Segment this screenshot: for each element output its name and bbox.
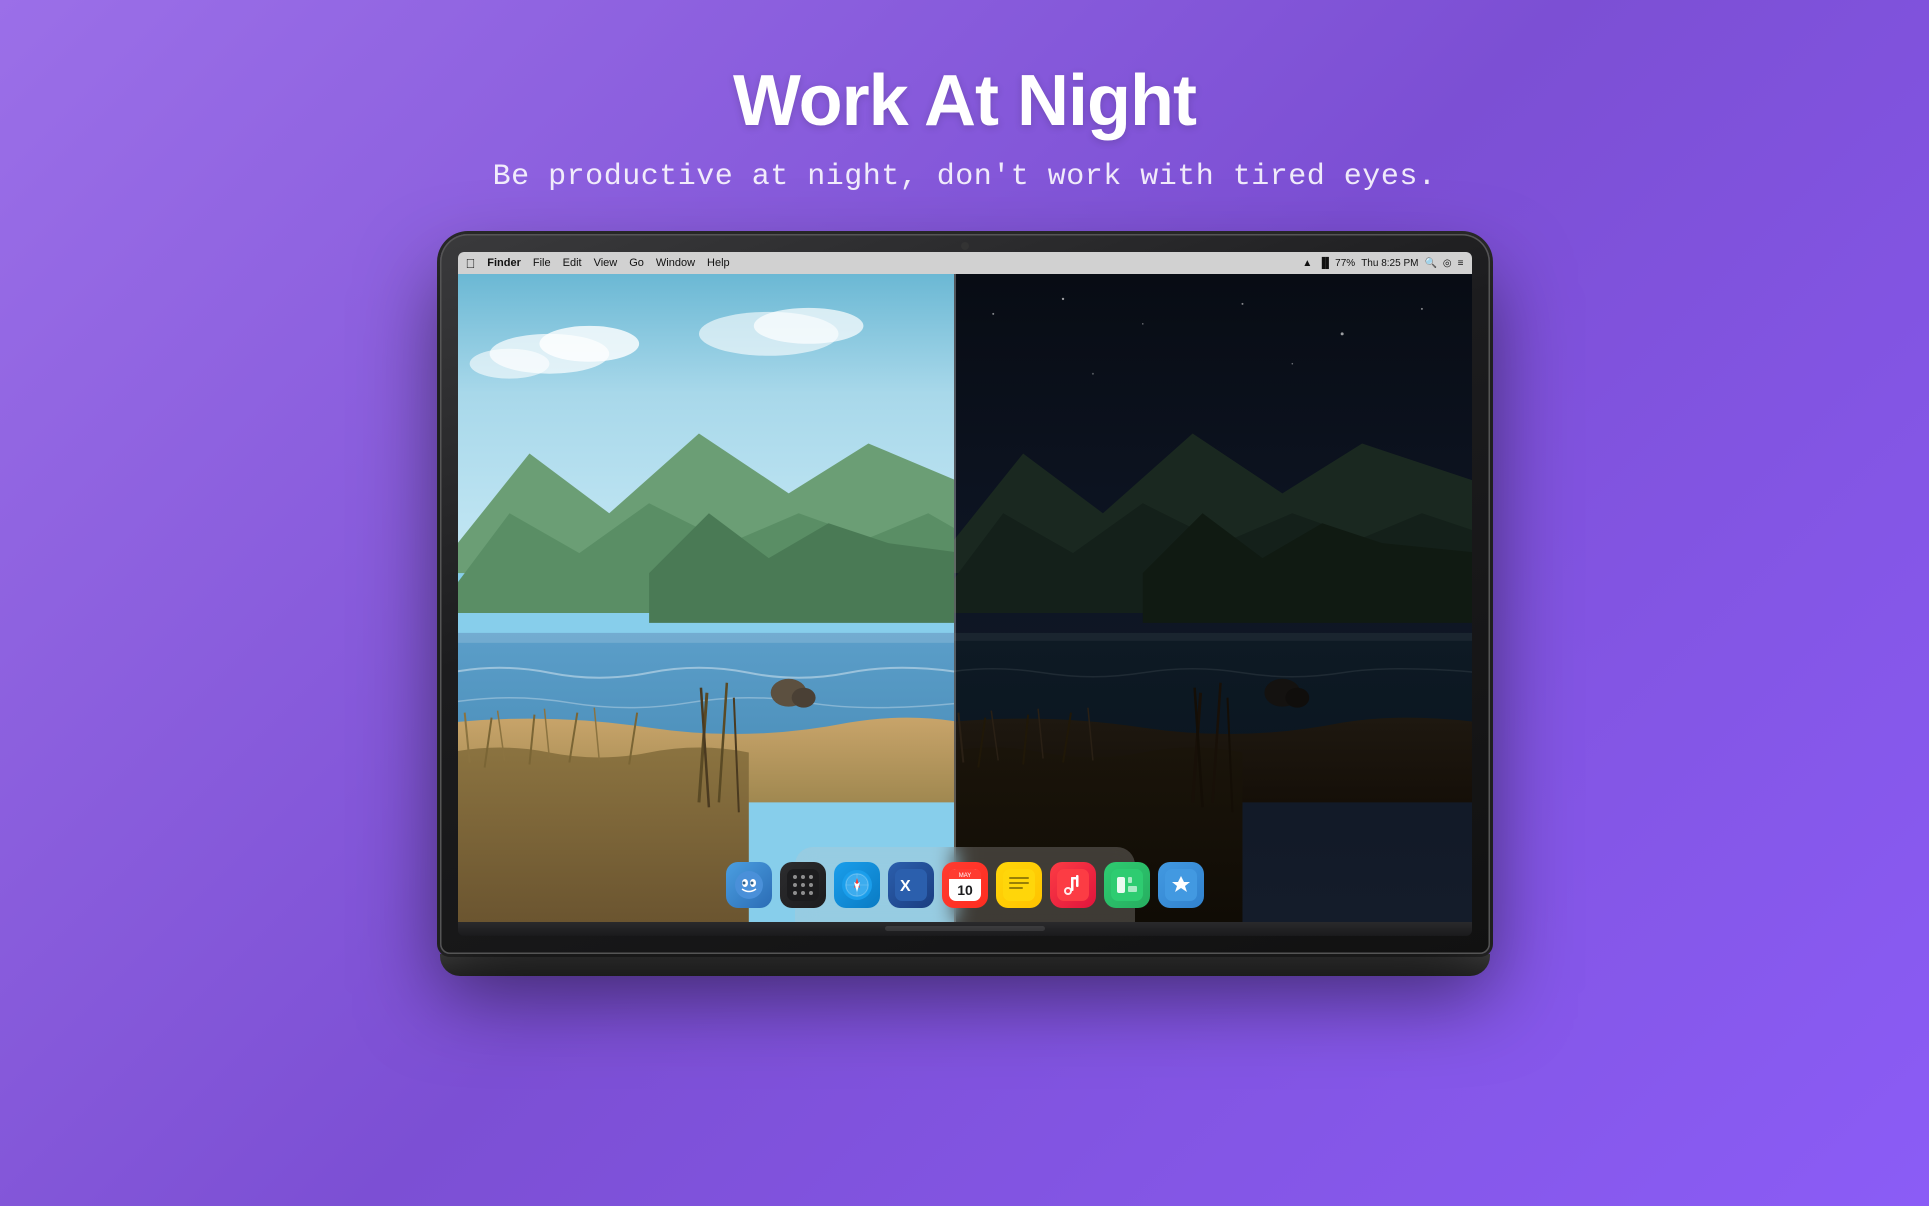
svg-text:10: 10 <box>957 882 973 898</box>
menubar-battery: ▐▌ 77% <box>1318 258 1355 269</box>
header-section: Work At Night Be productive at night, do… <box>493 0 1437 224</box>
dock-icon-safari <box>834 862 880 908</box>
menubar-wifi-icon: ▲ <box>1302 258 1312 269</box>
screen-divider <box>954 274 956 922</box>
dock-icon-notes <box>996 862 1042 908</box>
laptop-stand <box>440 954 1490 976</box>
menu-help: Help <box>707 257 730 269</box>
screen-content: X 10 MAY <box>458 274 1472 922</box>
screen-left-bright <box>458 274 955 922</box>
app-subtitle: Be productive at night, don't work with … <box>493 160 1437 194</box>
menubar:  Finder File Edit View Go Window Help ▲… <box>458 252 1472 274</box>
menu-finder: Finder <box>487 257 521 269</box>
menu-window: Window <box>656 257 695 269</box>
laptop-base <box>458 922 1472 936</box>
dock-icon-music <box>1050 862 1096 908</box>
menubar-right: ▲ ▐▌ 77% Thu 8:25 PM 🔍 ◎ ≡ <box>1302 258 1463 269</box>
dock-icon-calendar: 10 MAY <box>942 862 988 908</box>
menu-edit: Edit <box>563 257 582 269</box>
dock: X 10 MAY <box>795 847 1135 922</box>
screen-right-dark <box>954 274 1471 922</box>
screen-area:  Finder File Edit View Go Window Help ▲… <box>458 252 1472 922</box>
dock-icon-xcode: X <box>888 862 934 908</box>
menubar-search-icon: 🔍 <box>1424 258 1436 269</box>
laptop-body:  Finder File Edit View Go Window Help ▲… <box>440 234 1490 954</box>
app-title: Work At Night <box>493 60 1437 142</box>
menubar-menu-icon: ≡ <box>1458 258 1464 269</box>
apple-logo-icon:  <box>466 256 476 271</box>
dock-icon-launchpad <box>780 862 826 908</box>
menu-view: View <box>594 257 618 269</box>
dock-icon-appstore <box>1158 862 1204 908</box>
menu-go: Go <box>629 257 644 269</box>
menubar-clock: Thu 8:25 PM <box>1361 258 1418 269</box>
menubar-left:  Finder File Edit View Go Window Help <box>466 256 730 271</box>
menubar-siri-icon: ◎ <box>1443 258 1452 269</box>
dock-icon-finder <box>726 862 772 908</box>
laptop-mockup:  Finder File Edit View Go Window Help ▲… <box>440 234 1490 976</box>
dock-icon-numbers <box>1104 862 1150 908</box>
svg-text:MAY: MAY <box>958 873 971 879</box>
svg-text:X: X <box>900 878 911 895</box>
camera-notch <box>961 242 969 250</box>
menu-file: File <box>533 257 551 269</box>
